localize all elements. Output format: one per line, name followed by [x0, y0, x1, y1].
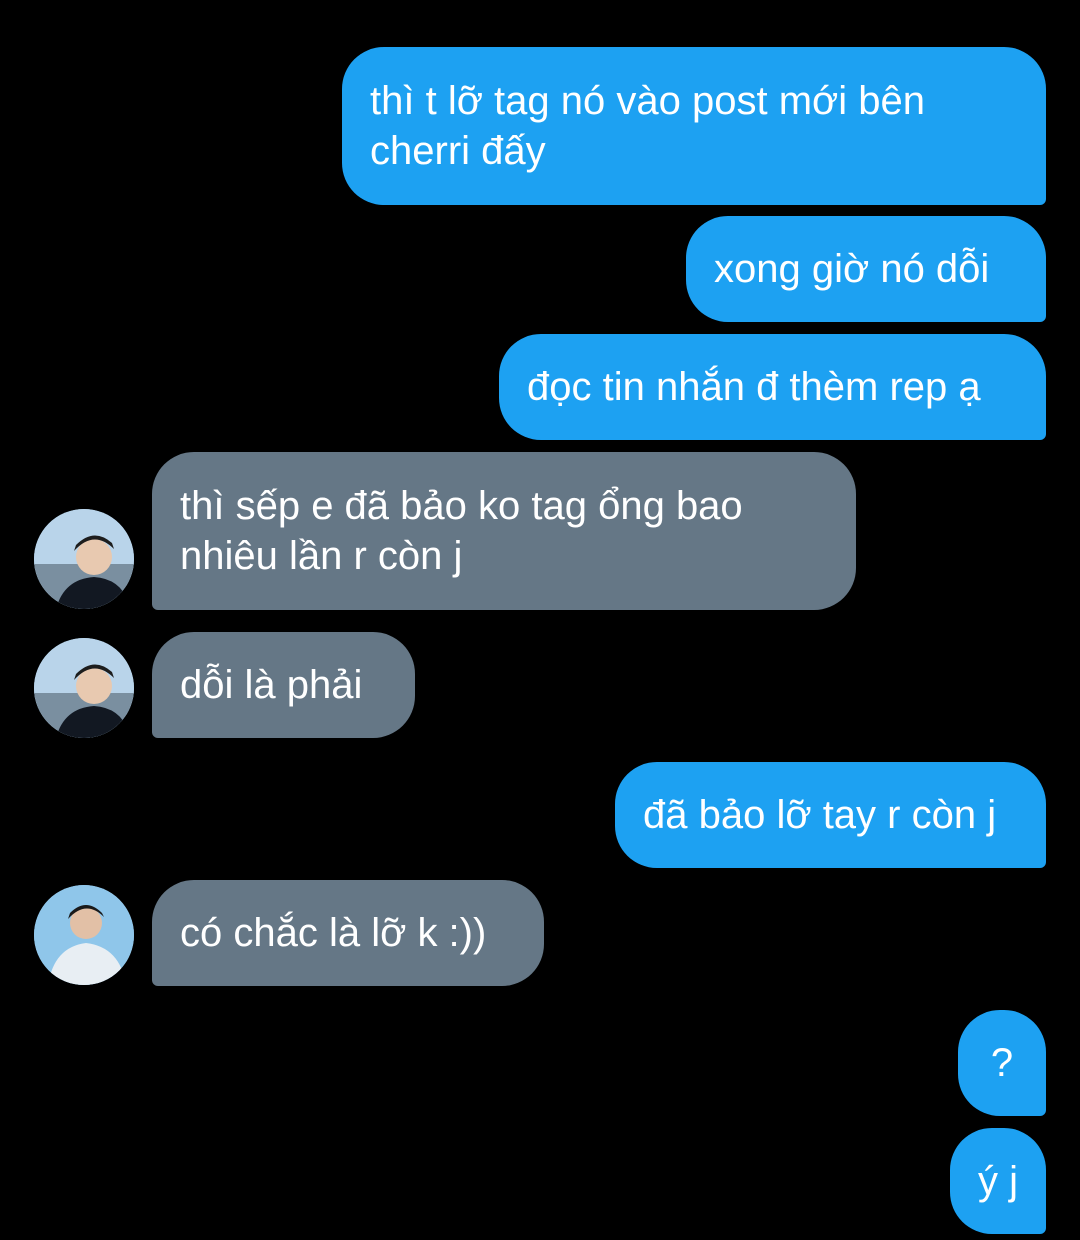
contact-avatar[interactable]: [34, 638, 134, 738]
message-text: thì t lỡ tag nó vào post mới bên cherri …: [370, 79, 925, 173]
message-bubble-incoming[interactable]: có chắc là lỡ k :)): [152, 880, 544, 986]
message-bubble-outgoing[interactable]: ý j: [950, 1128, 1046, 1234]
message-text: thì sếp e đã bảo ko tag ổng bao nhiêu lầ…: [180, 484, 743, 578]
message-text: đã bảo lỡ tay r còn j: [643, 793, 997, 837]
contact-avatar[interactable]: [34, 509, 134, 609]
message-bubble-outgoing[interactable]: ?: [958, 1010, 1046, 1116]
message-bubble-incoming[interactable]: dỗi là phải: [152, 632, 415, 738]
profile-photo-icon: [34, 638, 134, 738]
message-bubble-incoming[interactable]: thì sếp e đã bảo ko tag ổng bao nhiêu lầ…: [152, 452, 856, 610]
profile-photo-icon: [34, 509, 134, 609]
profile-photo-icon: [34, 885, 134, 985]
message-text: ý j: [978, 1159, 1018, 1203]
message-bubble-outgoing[interactable]: thì t lỡ tag nó vào post mới bên cherri …: [342, 47, 1046, 205]
message-bubble-outgoing[interactable]: xong giờ nó dỗi: [686, 216, 1046, 322]
message-text: có chắc là lỡ k :)): [180, 911, 487, 955]
message-text: đọc tin nhắn đ thèm rep ạ: [527, 365, 981, 409]
contact-avatar[interactable]: [34, 885, 134, 985]
conversation-view: thì t lỡ tag nó vào post mới bên cherri …: [0, 0, 1080, 1240]
message-bubble-outgoing[interactable]: đã bảo lỡ tay r còn j: [615, 762, 1046, 868]
message-text: dỗi là phải: [180, 663, 363, 707]
message-text: xong giờ nó dỗi: [714, 247, 990, 291]
message-text: ?: [990, 1041, 1014, 1085]
message-bubble-outgoing[interactable]: đọc tin nhắn đ thèm rep ạ: [499, 334, 1046, 440]
